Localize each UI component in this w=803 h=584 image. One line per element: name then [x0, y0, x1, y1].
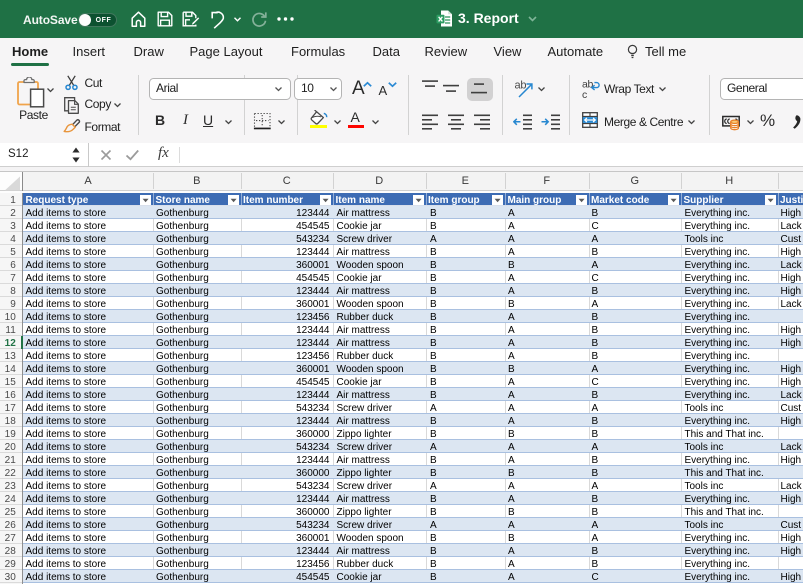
svg-text:ab: ab — [515, 79, 527, 91]
svg-text:c: c — [582, 89, 587, 99]
